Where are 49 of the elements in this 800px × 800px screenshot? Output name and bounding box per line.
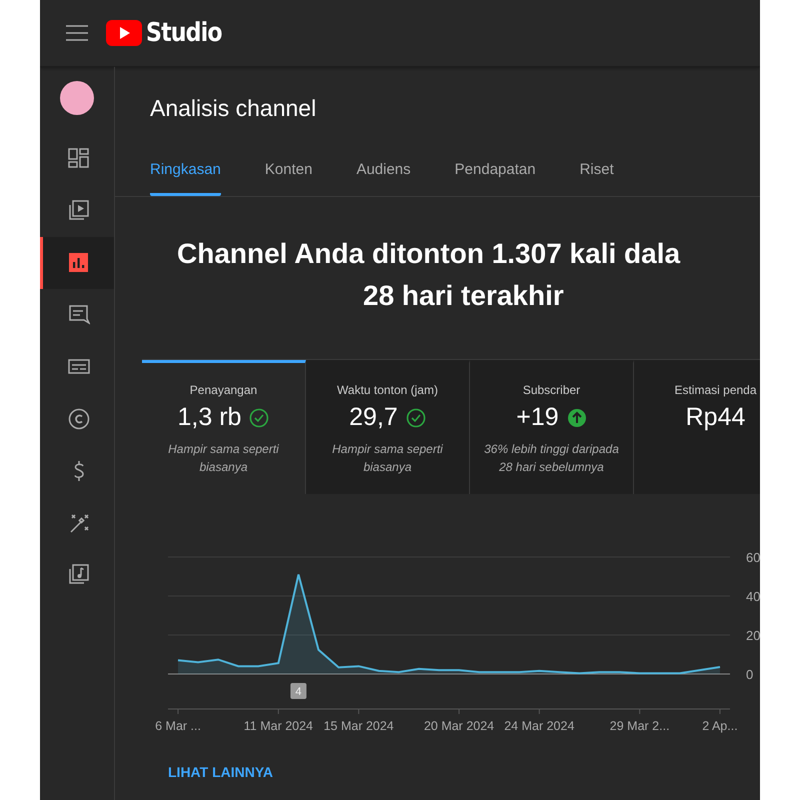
metric-note: 36% lebih tinggi daripada 28 hari sebelumnya bbox=[483, 441, 620, 476]
metric-value: 29,7 bbox=[349, 403, 398, 432]
grid-icon bbox=[68, 148, 90, 170]
y-axis-label: 20 bbox=[746, 628, 760, 643]
page-title: Analisis channel bbox=[149, 94, 318, 123]
menu-icon[interactable] bbox=[66, 25, 88, 41]
metric-value: +19 bbox=[516, 403, 559, 432]
video-library-icon bbox=[68, 200, 90, 222]
x-axis-label: 20 Mar 2024 bbox=[424, 719, 494, 733]
metric-card[interactable]: Waktu tonton (jam) 29,7 Hampir sama seperti biasanya bbox=[306, 360, 470, 494]
x-axis-label: 11 Mar 2024 bbox=[244, 719, 314, 733]
metric-card[interactable]: Estimasi penda Rp44 bbox=[634, 360, 760, 494]
y-axis-label: 40 bbox=[746, 589, 760, 604]
metric-value: Rp44 bbox=[686, 403, 746, 432]
tab[interactable]: Riset bbox=[580, 149, 614, 196]
tab[interactable]: Audiens bbox=[356, 149, 411, 196]
headline-text: Channel Anda ditonton 1.307 kali dala bbox=[177, 237, 682, 271]
metric-label: Subscriber bbox=[522, 383, 580, 397]
logo-text: Studio bbox=[146, 18, 222, 48]
x-axis-label: 24 Mar 2024 bbox=[504, 719, 574, 733]
metric-note: Hampir sama seperti biasanya bbox=[331, 441, 444, 476]
y-axis-label: 60 bbox=[746, 550, 760, 565]
metric-note: Hampir sama seperti biasanya bbox=[167, 441, 280, 476]
tab[interactable]: Pendapatan bbox=[454, 149, 536, 196]
check-circle-icon bbox=[249, 408, 270, 428]
tab[interactable]: Ringkasan bbox=[150, 149, 221, 196]
avatar[interactable] bbox=[60, 81, 94, 115]
see-more-link[interactable]: LIHAT LAINNYA bbox=[168, 764, 273, 780]
x-axis-label: 15 Mar 2024 bbox=[324, 719, 394, 733]
y-axis-label: 0 bbox=[746, 667, 754, 682]
check-circle-icon bbox=[406, 408, 426, 428]
x-axis-label: 2 Ap... bbox=[702, 719, 738, 733]
sidebar-item[interactable] bbox=[40, 237, 114, 289]
x-axis-label: 6 Mar ... bbox=[155, 719, 201, 733]
metric-label: Waktu tonton (jam) bbox=[337, 383, 438, 397]
metric-value: 1,3 rb bbox=[178, 403, 242, 432]
metric-card[interactable]: Subscriber +19 36% lebih tinggi daripada 28 hari sebelumnya bbox=[470, 360, 634, 494]
comment-icon bbox=[68, 304, 90, 326]
metric-label: Estimasi penda bbox=[674, 383, 757, 397]
analytics-icon bbox=[68, 252, 90, 274]
music-library-icon bbox=[68, 564, 90, 586]
headline-text: 28 hari terakhir bbox=[362, 279, 565, 313]
play-logo-icon bbox=[106, 20, 142, 46]
x-axis-label: 29 Mar 2... bbox=[610, 719, 670, 733]
magic-wand-icon bbox=[68, 512, 90, 534]
copyright-icon bbox=[68, 408, 90, 430]
metric-label: Penayangan bbox=[190, 383, 258, 397]
tab[interactable]: Konten bbox=[264, 149, 312, 196]
metric-card[interactable]: Penayangan 1,3 rb Hampir sama seperti biasanya bbox=[142, 360, 306, 494]
